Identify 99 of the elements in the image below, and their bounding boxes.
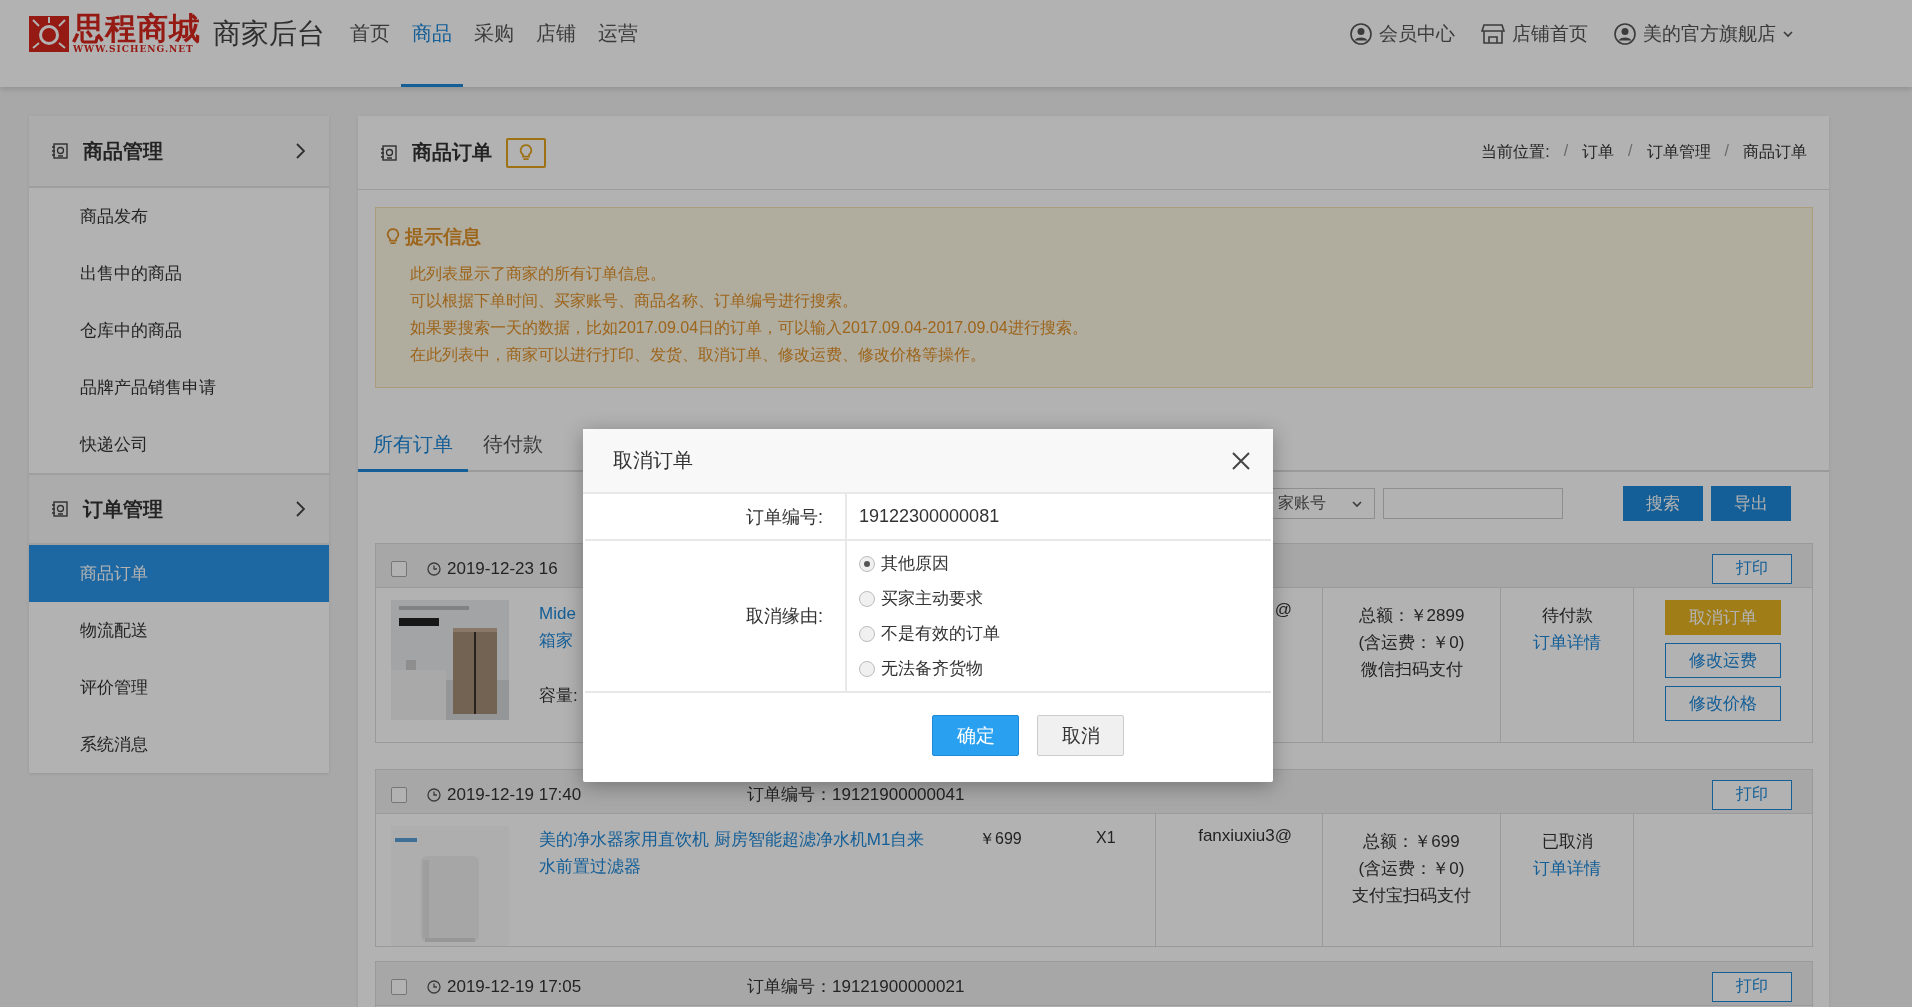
sidebar-item[interactable]: 商品发布	[29, 188, 329, 245]
search-field[interactable]	[1383, 488, 1563, 519]
order-total: 总额：￥699	[1363, 831, 1460, 853]
breadcrumb-separator: /	[1563, 142, 1569, 161]
order-date: 2019-12-19 17:40	[447, 784, 582, 805]
bulb-icon	[386, 228, 400, 246]
toolbar-button[interactable]: 搜索	[1623, 486, 1703, 521]
sidebar-item[interactable]: 物流配送	[29, 602, 329, 659]
tip-button[interactable]	[506, 137, 546, 168]
sidebar-item[interactable]: 快递公司	[29, 416, 329, 473]
order-date: 2019-12-19 17:05	[447, 976, 582, 997]
order-number: 订单编号：19121900000041	[747, 784, 965, 806]
radio-label[interactable]: 买家主动要求	[881, 587, 983, 610]
logo-url: WWW.SICHENG.NET	[73, 43, 194, 54]
order-tab[interactable]: 所有订单	[358, 420, 468, 472]
hint-text: 此列表显示了商家的所有订单信息。	[410, 264, 667, 284]
print-button[interactable]: 打印	[1712, 553, 1792, 584]
clock-icon	[427, 979, 441, 994]
nav-item[interactable]: 首页	[339, 0, 401, 87]
checkbox[interactable]	[391, 978, 407, 995]
breadcrumb-item[interactable]: 商品订单	[1743, 142, 1807, 163]
logo-name: 思程商城	[73, 13, 201, 44]
sidebar-item[interactable]: 出售中的商品	[29, 245, 329, 302]
header-link[interactable]: 美的官方旗舰店	[1643, 20, 1776, 47]
breadcrumb-item[interactable]: 订单管理	[1646, 142, 1711, 163]
panel-title: 商品订单	[412, 140, 492, 165]
user-icon	[1614, 22, 1636, 45]
order-total: 总额：￥2899	[1358, 605, 1465, 627]
bulb-icon	[519, 143, 533, 162]
order-date: 2019-12-23 16	[447, 558, 558, 579]
clock-icon	[427, 561, 441, 576]
field-label: 取消缘由:	[746, 605, 823, 628]
product-quantity: X1	[1096, 828, 1117, 848]
print-button[interactable]: 打印	[1712, 971, 1792, 1002]
dialog-button[interactable]: 确定	[932, 715, 1019, 756]
detail-link[interactable]: 订单详情	[1533, 629, 1601, 656]
product-price: ￥699	[979, 829, 1023, 849]
field-label: 订单编号:	[746, 505, 823, 529]
buyer-name: fanxiuxiu3@	[1198, 826, 1292, 845]
order-number: 订单编号：19121900000021	[747, 976, 965, 998]
product-spec: 容量:	[539, 685, 579, 707]
sidebar-item[interactable]: 系统消息	[29, 716, 329, 773]
nav-item[interactable]: 商品	[401, 0, 463, 87]
payment-method: 支付宝扫码支付	[1352, 885, 1471, 907]
breadcrumb-item[interactable]: 订单	[1582, 142, 1615, 163]
toolbar-button[interactable]: 导出	[1711, 486, 1791, 521]
header-link[interactable]: 店铺首页	[1512, 20, 1588, 47]
nav-item[interactable]: 运营	[587, 0, 649, 87]
nav-item[interactable]: 采购	[463, 0, 525, 87]
sidebar-item[interactable]: 评价管理	[29, 659, 329, 716]
sidebar-item[interactable]: 仓库中的商品	[29, 302, 329, 359]
hint-text: 在此列表中，商家可以进行打印、发货、取消订单、修改运费、修改价格等操作。	[410, 345, 987, 365]
chevron-icon	[295, 501, 305, 517]
action-button[interactable]: 修改运费	[1665, 643, 1781, 678]
frame-icon	[380, 143, 398, 162]
dialog-title: 取消订单	[613, 448, 694, 473]
radio-label[interactable]: 无法备齐货物	[881, 657, 983, 680]
hint-text: 如果要搜索一天的数据，比如2017.09.04日的订单，可以输入2017.09.04-2017.09.04进行搜索。	[410, 318, 1089, 338]
checkbox[interactable]	[391, 560, 407, 577]
sun-logo-icon	[29, 15, 69, 52]
caret-icon	[1783, 29, 1793, 38]
breadcrumb-separator: /	[1724, 142, 1729, 161]
order-status: 待付款	[1541, 605, 1593, 627]
frame-icon	[51, 500, 69, 518]
hint-title: 提示信息	[405, 225, 481, 249]
field-value: 19122300000081	[859, 506, 1000, 527]
nav-item[interactable]: 店铺	[525, 0, 587, 87]
chevron-icon	[295, 143, 305, 159]
order-status: 已取消	[1541, 831, 1593, 853]
radio-button[interactable]	[859, 590, 875, 607]
clock-icon	[427, 787, 441, 802]
radio-label[interactable]: 其他原因	[881, 552, 949, 575]
checkbox[interactable]	[391, 786, 407, 803]
shop-icon	[1481, 22, 1505, 45]
sidebar-item[interactable]: 商品订单	[29, 545, 329, 602]
frame-icon	[51, 142, 69, 160]
user-icon	[1350, 22, 1372, 45]
order-tab[interactable]: 待付款	[468, 420, 558, 472]
breadcrumb-label: 当前位置:	[1481, 142, 1550, 162]
sidebar-item[interactable]: 品牌产品销售申请	[29, 359, 329, 416]
radio-button[interactable]	[859, 555, 875, 572]
caret-icon	[1352, 499, 1362, 508]
freight-fee: (含运费：￥0)	[1358, 632, 1465, 654]
dialog-button[interactable]: 取消	[1037, 715, 1124, 756]
radio-label[interactable]: 不是有效的订单	[881, 622, 1000, 645]
hint-text: 可以根据下单时间、买家账号、商品名称、订单编号进行搜索。	[410, 291, 859, 311]
payment-method: 微信扫码支付	[1360, 659, 1463, 681]
detail-link[interactable]: 订单详情	[1533, 855, 1601, 882]
freight-fee: (含运费：￥0)	[1358, 858, 1465, 880]
action-button[interactable]: 修改价格	[1665, 686, 1781, 721]
app-title: 商家后台	[213, 16, 325, 51]
header-link[interactable]: 会员中心	[1379, 20, 1455, 47]
product-link[interactable]: 美的净水器家用直饮机 厨房智能超滤净水机M1自来水前置过滤器	[539, 826, 939, 946]
radio-button[interactable]	[859, 660, 875, 677]
breadcrumb-separator: /	[1628, 142, 1633, 161]
close-icon[interactable]	[1231, 450, 1251, 471]
print-button[interactable]: 打印	[1712, 779, 1792, 810]
radio-button[interactable]	[859, 625, 875, 642]
buyer-name: @	[1274, 600, 1292, 619]
